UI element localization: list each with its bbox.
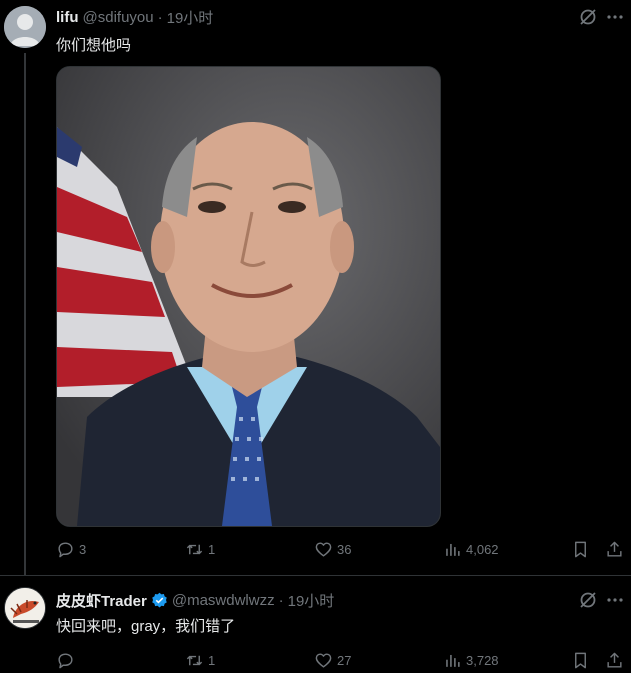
avatar[interactable] — [4, 6, 46, 48]
tweet-text: 快回来吧，gray，我们错了 — [56, 618, 236, 635]
thread-line — [24, 53, 26, 575]
view-count: 4,062 — [466, 542, 499, 557]
views-icon — [446, 654, 460, 667]
retweet-button[interactable]: 1 — [185, 651, 215, 670]
reply-button[interactable]: 3 — [56, 540, 86, 559]
bookmark-button[interactable] — [571, 540, 590, 559]
tweet-text: 你们想他吗 — [56, 37, 132, 54]
tweet-header: 皮皮虾Trader @maswdwlwzz · 19小时 — [56, 590, 571, 611]
tweet-actions: 3 1 36 4,062 — [56, 540, 631, 562]
bookmark-button[interactable] — [571, 651, 590, 670]
like-icon — [315, 542, 332, 557]
separator: · — [278, 592, 284, 609]
share-icon — [607, 652, 622, 668]
reply-button[interactable] — [56, 651, 79, 670]
like-count: 27 — [337, 653, 352, 668]
views-button[interactable]: 3,728 — [443, 651, 499, 670]
bookmark-icon — [575, 541, 586, 558]
like-button[interactable]: 27 — [314, 651, 351, 670]
tweet[interactable]: lifu @sdifuyou · 19小时 你们想他吗 3 1 36 4,062 — [0, 0, 631, 575]
like-icon — [315, 653, 332, 668]
timestamp[interactable]: 19小时 — [288, 590, 335, 611]
tweet-header: lifu @sdifuyou · 19小时 — [56, 7, 571, 28]
verified-badge-icon[interactable] — [151, 592, 168, 609]
reply-icon — [58, 542, 73, 558]
retweet-icon — [186, 544, 203, 555]
share-icon — [607, 541, 622, 557]
reply-count: 3 — [79, 542, 87, 557]
retweet-count: 1 — [208, 542, 216, 557]
views-icon — [446, 543, 460, 556]
tweet-actions: 1 27 3,728 — [56, 651, 631, 673]
like-button[interactable]: 36 — [314, 540, 351, 559]
grok-icon[interactable] — [578, 590, 598, 610]
grok-icon[interactable] — [578, 7, 598, 27]
share-button[interactable] — [605, 540, 624, 559]
share-button[interactable] — [605, 651, 624, 670]
views-button[interactable]: 4,062 — [443, 540, 499, 559]
retweet-button[interactable]: 1 — [185, 540, 215, 559]
user-handle[interactable]: @sdifuyou — [83, 9, 154, 26]
display-name[interactable]: 皮皮虾Trader — [56, 590, 147, 611]
bookmark-icon — [575, 652, 586, 669]
user-handle[interactable]: @maswdwlwzz — [172, 592, 275, 609]
like-count: 36 — [337, 542, 352, 557]
retweet-count: 1 — [208, 653, 216, 668]
tweet[interactable]: 皮皮虾Trader @maswdwlwzz · 19小时 快回来吧，gray，我… — [0, 575, 631, 673]
separator: · — [157, 9, 163, 26]
tweet-photo[interactable] — [56, 66, 441, 527]
view-count: 3,728 — [466, 653, 499, 668]
avatar[interactable] — [4, 587, 46, 629]
reply-icon — [58, 653, 73, 669]
retweet-icon — [186, 655, 203, 666]
more-icon[interactable] — [605, 7, 625, 27]
portrait-image — [57, 67, 440, 526]
more-icon[interactable] — [605, 590, 625, 610]
timestamp[interactable]: 19小时 — [167, 7, 214, 28]
display-name[interactable]: lifu — [56, 9, 79, 26]
